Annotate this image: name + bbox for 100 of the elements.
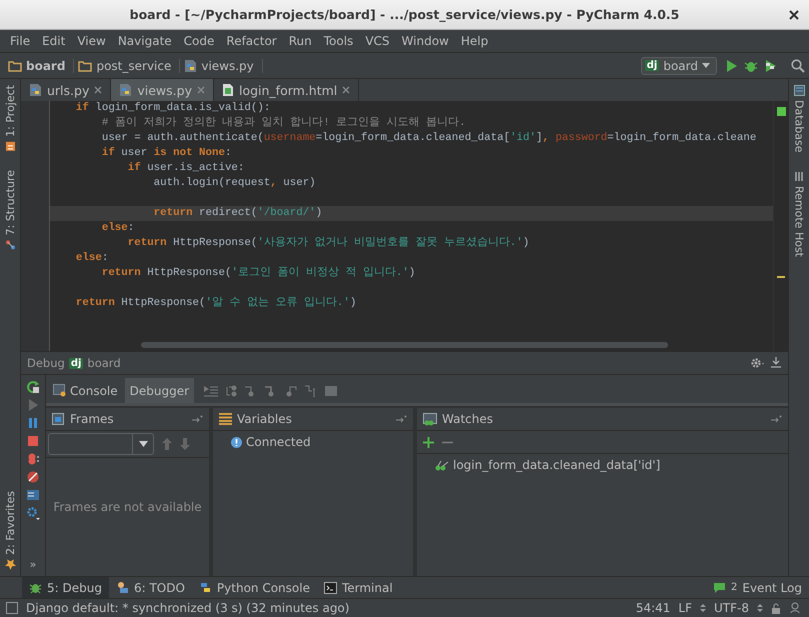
run-configuration-dropdown[interactable]: dj board — [640, 56, 717, 74]
pin-icon[interactable] — [395, 415, 407, 423]
code-line: # 폼이 저희가 정의한 내용과 일치 합니다! 로그인을 시도해 봅니다. — [100, 116, 467, 131]
menu-item[interactable]: Navigate — [112, 34, 178, 48]
up-down-arrows-icon[interactable] — [700, 603, 706, 613]
more-button[interactable]: » — [24, 557, 42, 572]
line-separator-selector[interactable]: LF — [678, 601, 692, 615]
tool-window-tab[interactable]: Remote Host — [792, 168, 806, 258]
menu-item[interactable]: Window — [396, 34, 455, 48]
project-icon — [4, 140, 16, 152]
todo-icon — [116, 581, 129, 594]
structure-icon — [4, 239, 16, 250]
menu-item[interactable]: Run — [282, 34, 318, 48]
menu-item[interactable]: Code — [178, 34, 220, 48]
breadcrumb[interactable]: views.py — [184, 58, 263, 72]
variables-icon — [219, 413, 232, 425]
config-name: board — [87, 356, 121, 370]
python-file-icon — [184, 58, 198, 72]
python-icon — [198, 581, 212, 594]
step-over-icon[interactable] — [224, 384, 238, 396]
dropdown-arrow-icon — [702, 63, 710, 68]
code-line: else: — [74, 251, 110, 266]
status-message: Django default: * synchronized (3 s) (32 minutes ago) — [26, 601, 350, 615]
event-log-button[interactable]: 2 Event Log — [706, 577, 809, 598]
show-execution-point-icon[interactable] — [204, 384, 218, 396]
tool-window-button[interactable]: Python Console — [192, 577, 317, 598]
tool-window-tab[interactable]: Database — [792, 83, 806, 154]
bug-icon — [29, 581, 42, 594]
code-line: if user.is_active: — [126, 161, 246, 176]
lock-icon[interactable] — [771, 602, 781, 614]
cursor-position[interactable]: 54:41 — [636, 601, 670, 615]
pin-icon[interactable] — [770, 415, 782, 423]
breadcrumb[interactable]: board — [8, 58, 74, 72]
terminal-icon — [324, 582, 337, 594]
down-arrow-icon[interactable] — [180, 438, 190, 450]
django-logo: dj — [68, 358, 84, 368]
watches-icon — [423, 412, 437, 426]
window-title: board - [~/PycharmProjects/board] - .../post_service/views.py - PyCharm 4.0.5 — [128, 7, 680, 22]
stop-icon[interactable] — [26, 434, 40, 448]
encoding-selector[interactable]: UTF-8 — [714, 601, 749, 615]
inspector-icon[interactable] — [789, 602, 801, 614]
horizontal-scrollbar[interactable] — [141, 342, 668, 348]
database-icon — [794, 85, 804, 96]
search-icon[interactable] — [791, 58, 805, 72]
code-line: user = auth.authenticate(username=login_form_data.cleaned_data['id'], password=login_form_data.cleane — [100, 131, 758, 146]
folder-icon — [8, 60, 22, 72]
menu-item[interactable]: VCS — [359, 34, 396, 48]
python-file-icon — [29, 83, 42, 97]
up-arrow-icon[interactable] — [162, 438, 172, 450]
code-line: return HttpResponse('알 수 없는 오류 입니다.') — [74, 296, 358, 311]
tool-window-button[interactable]: 6: TODO — [108, 577, 192, 598]
step-out-icon[interactable] — [284, 384, 298, 396]
menu-item[interactable]: Refactor — [220, 34, 283, 48]
pin-icon[interactable] — [191, 415, 203, 423]
info-icon — [231, 436, 242, 448]
hide-panel-icon[interactable] — [770, 357, 782, 369]
variable-item[interactable]: Connected — [246, 435, 311, 449]
django-logo: dj — [644, 60, 660, 71]
settings-icon[interactable] — [750, 357, 766, 369]
settings-icon[interactable] — [26, 506, 40, 520]
pane-title: Variables — [237, 412, 292, 426]
tool-window-button[interactable]: Terminal — [316, 577, 400, 598]
empty-message: Frames are not available — [53, 500, 202, 514]
code-line: return HttpResponse('로그인 폼이 비정상 적 입니다.') — [100, 266, 416, 281]
tool-window-tab[interactable]: 1: Project — [4, 83, 16, 154]
mute-breakpoints-icon[interactable] — [26, 470, 40, 484]
panel-title: Debug — [27, 356, 65, 370]
rerun-icon[interactable] — [26, 380, 40, 394]
server-icon — [794, 170, 804, 182]
watch-expression[interactable]: login_form_data.cleaned_data['id'] — [453, 458, 660, 472]
pane-title: Frames — [70, 412, 114, 426]
editor-tab[interactable]: views.py — [111, 79, 214, 101]
thread-dropdown[interactable] — [48, 433, 154, 455]
menu-item[interactable]: Help — [454, 34, 494, 48]
code-line: else: — [100, 221, 136, 236]
menu-item[interactable]: Tools — [318, 34, 360, 48]
menu-item[interactable]: View — [71, 34, 112, 48]
menu-item[interactable]: File — [4, 34, 36, 48]
breakpoints-icon[interactable] — [26, 452, 40, 466]
tool-window-tab[interactable]: 2: Favorites — [4, 489, 16, 572]
folder-icon — [78, 60, 92, 72]
evaluate-expression-icon[interactable] — [324, 384, 338, 396]
star-icon — [4, 559, 16, 570]
debug-tab[interactable]: Debugger — [124, 378, 194, 403]
layout-icon[interactable] — [26, 488, 40, 502]
up-down-arrows-icon[interactable] — [757, 603, 763, 613]
breadcrumb[interactable]: post_service — [78, 58, 180, 72]
menu-item[interactable]: Edit — [36, 34, 72, 48]
tool-window-button[interactable]: 5: Debug — [22, 577, 109, 598]
pause-icon[interactable] — [26, 416, 40, 430]
speech-bubble-icon — [713, 582, 726, 594]
warning-marker — [777, 276, 785, 278]
code-line: if login_form_data.is_valid(): — [74, 101, 272, 116]
tool-window-tab[interactable]: 7: Structure — [4, 168, 16, 252]
panel-toggle-icon[interactable] — [6, 602, 18, 614]
glasses-icon — [435, 460, 449, 470]
add-icon[interactable] — [423, 436, 434, 448]
python-file-icon — [119, 83, 132, 97]
status-indicator-icon — [776, 107, 786, 116]
code-line: return HttpResponse('사용자가 없거나 비밀번호를 잘못 누르셨습니다.') — [126, 236, 530, 251]
